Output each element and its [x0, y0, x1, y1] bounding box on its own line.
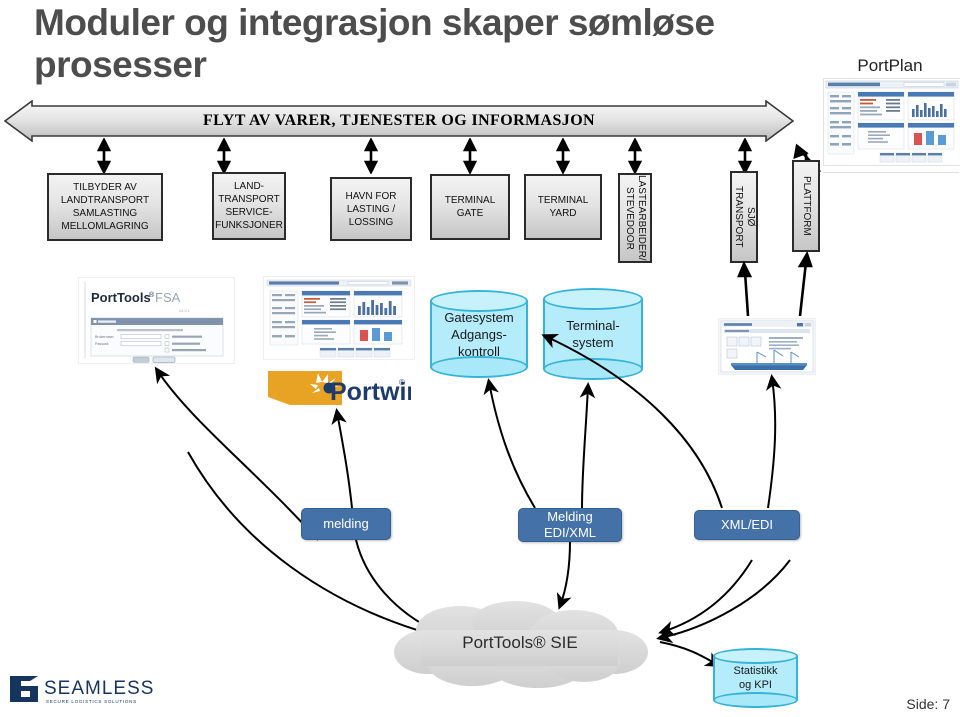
- seamless-logo-mark: [8, 672, 42, 706]
- database-label: Statistikk og KPI: [733, 665, 778, 691]
- role-box-havn-lasting-lossing[interactable]: HAVN FOR LASTING / LOSSING: [330, 177, 412, 241]
- database-label: Gatesystem Adgangs- kontroll: [444, 309, 514, 359]
- database-statistikk-kpi[interactable]: Statistikk og KPI: [713, 648, 798, 708]
- message-box-label: XML/EDI: [720, 517, 773, 532]
- role-box-label: TERMINAL YARD: [537, 195, 589, 219]
- role-box-label: PLATTFORM: [801, 176, 812, 236]
- role-box-terminal-yard[interactable]: TERMINAL YARD: [524, 174, 602, 240]
- seamless-logo-text: SEAMLESS: [44, 678, 155, 699]
- svg-text:®: ®: [399, 378, 405, 387]
- svg-text:FSA: FSA: [155, 290, 181, 305]
- message-box-melding-edi-xml[interactable]: Melding EDI/XML: [518, 508, 622, 542]
- message-box-xml-edi[interactable]: XML/EDI: [694, 510, 800, 540]
- message-box-melding[interactable]: melding: [301, 508, 391, 540]
- portwin-logo: Portwin ®: [266, 367, 411, 412]
- role-box-label: SJØ TRANSPORT: [733, 186, 756, 248]
- svg-text:Brukernavn:: Brukernavn:: [95, 335, 114, 339]
- message-box-label: Melding EDI/XML: [543, 509, 596, 540]
- svg-text:Passord:: Passord:: [95, 342, 109, 346]
- svg-text:PortTools: PortTools: [91, 290, 151, 305]
- role-box-label: TERMINAL GATE: [444, 195, 496, 219]
- page-number: Side: 7: [906, 696, 950, 712]
- role-box-lastearbeider-stevedoor[interactable]: LASTEARBEIDER/ STEVEDOOR: [618, 173, 652, 263]
- role-box-terminal-gate[interactable]: TERMINAL GATE: [430, 174, 510, 240]
- page-title: Moduler og integrasjon skaper sømløse pr…: [34, 2, 715, 85]
- database-label: Terminal- system: [566, 318, 620, 350]
- portwin-dashboard-screenshot[interactable]: [263, 276, 415, 360]
- role-box-plattform[interactable]: PLATTFORM: [792, 160, 820, 252]
- flow-arrow-label: FLYT AV VARER, TJENESTER OG INFORMASJON: [202, 112, 595, 129]
- flow-connector-arrows: [0, 138, 860, 174]
- seamless-logo-tagline: SECURE LOGISTICS SOLUTIONS: [46, 699, 137, 704]
- role-box-label: TILBYDER AV LANDTRANSPORT SAMLASTING MEL…: [60, 182, 150, 232]
- porttools-fsa-screenshot[interactable]: PortTools ® FSA v3.2.1 Brukernavn: Passo…: [78, 277, 235, 364]
- terminal-ship-screenshot[interactable]: [718, 318, 816, 375]
- role-box-tilbyder-landtransport[interactable]: TILBYDER AV LANDTRANSPORT SAMLASTING MEL…: [47, 173, 163, 241]
- database-gatesystem-adgangskontroll[interactable]: Gatesystem Adgangs- kontroll: [430, 290, 528, 378]
- svg-text:v3.2.1: v3.2.1: [179, 308, 191, 313]
- message-box-label: melding: [323, 516, 369, 531]
- role-box-label: HAVN FOR LASTING / LOSSING: [345, 190, 397, 228]
- portplan-label: PortPlan: [857, 56, 923, 75]
- role-box-landtransport-service[interactable]: LAND- TRANSPORT SERVICE- FUNKSJONER: [212, 172, 286, 240]
- role-box-label: LAND- TRANSPORT SERVICE- FUNKSJONER: [215, 181, 283, 231]
- role-box-label: LASTEARBEIDER/ STEVEDOOR: [624, 175, 647, 261]
- role-box-sjo-transport[interactable]: SJØ TRANSPORT: [730, 171, 758, 263]
- cloud-label: PortTools® SIE: [462, 633, 578, 652]
- database-terminalsystem[interactable]: Terminal- system: [543, 288, 643, 380]
